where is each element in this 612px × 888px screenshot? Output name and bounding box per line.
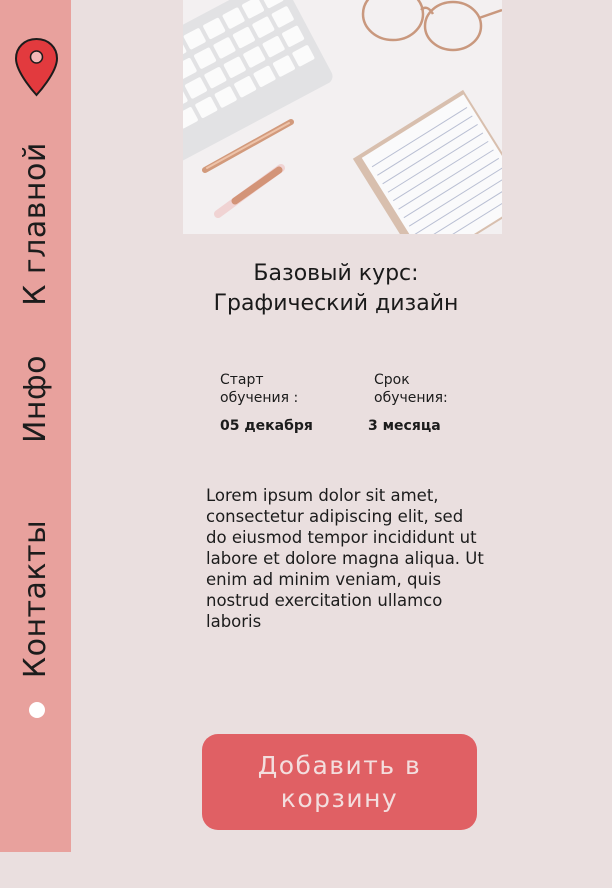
duration-value: 3 месяца — [368, 418, 441, 434]
course-title: Базовый курс: Графический дизайн — [183, 259, 489, 319]
indicator-dot — [29, 702, 45, 718]
course-description: Lorem ipsum dolor sit amet, consectetur … — [206, 486, 484, 631]
start-label-line2: обучения : — [220, 390, 299, 406]
nav-link-info[interactable]: Инфо — [18, 355, 53, 443]
start-label: Старт обучения : — [220, 371, 340, 407]
course-title-line2: Графический дизайн — [213, 291, 459, 316]
duration-label: Срок обучения: — [374, 371, 484, 407]
duration-label-line1: Срок — [374, 372, 410, 388]
course-title-line1: Базовый курс: — [253, 261, 419, 286]
sidebar: К главной Инфо Контакты — [0, 0, 71, 852]
nav-link-contacts[interactable]: Контакты — [18, 520, 53, 678]
start-date: 05 декабря — [220, 418, 313, 434]
start-label-line1: Старт — [220, 372, 264, 388]
course-hero-image — [183, 0, 502, 234]
nav-link-home[interactable]: К главной — [18, 142, 53, 306]
add-to-cart-button[interactable]: Добавить в корзину — [202, 734, 477, 830]
duration-label-line2: обучения: — [374, 390, 448, 406]
location-pin-icon[interactable] — [14, 37, 59, 97]
